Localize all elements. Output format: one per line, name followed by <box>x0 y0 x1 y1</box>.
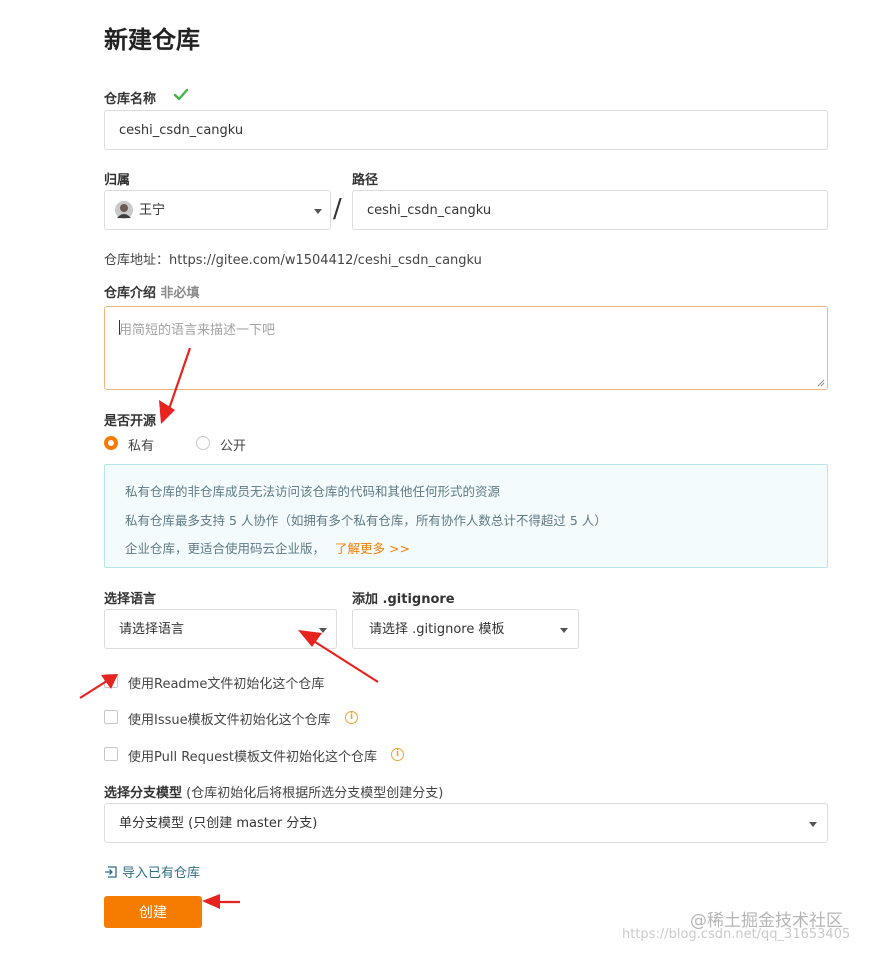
description-placeholder: 用简短的语言来描述一下吧 <box>119 323 276 338</box>
branch-model-label-text: 选择分支模型 <box>104 786 183 801</box>
description-label-text: 仓库介绍 <box>104 286 157 301</box>
learn-more-link[interactable]: 了解更多 >> <box>335 541 410 556</box>
repo-name-label: 仓库名称 <box>104 92 157 107</box>
owner-value: 王宁 <box>139 202 166 218</box>
language-label: 选择语言 <box>104 592 157 607</box>
gitignore-label: 添加 .gitignore <box>352 592 455 607</box>
repo-url-label: 仓库地址： <box>104 253 170 268</box>
language-select[interactable]: 请选择语言 <box>104 609 337 649</box>
path-separator: / <box>333 194 342 224</box>
description-textarea[interactable]: 用简短的语言来描述一下吧 <box>104 306 828 390</box>
branch-model-hint: (仓库初始化后将根据所选分支模型创建分支) <box>186 786 444 801</box>
private-notice: 私有仓库的非仓库成员无法访问该仓库的代码和其他任何形式的资源 私有仓库最多支持 … <box>104 464 828 568</box>
radio-public-label: 公开 <box>220 439 247 454</box>
radio-private[interactable] <box>104 436 118 450</box>
chevron-down-icon <box>809 822 817 827</box>
issue-template-checkbox[interactable] <box>104 710 118 724</box>
readme-checkbox-label: 使用Readme文件初始化这个仓库 <box>128 677 325 692</box>
import-repo-link[interactable]: 导入已有仓库 <box>104 862 200 881</box>
avatar <box>115 201 133 219</box>
repo-name-input[interactable]: ceshi_csdn_cangku <box>104 110 828 150</box>
owner-select[interactable]: 王宁 <box>104 190 331 230</box>
chevron-down-icon <box>314 209 322 214</box>
page-title: 新建仓库 <box>104 26 200 54</box>
arrow-head <box>202 894 220 909</box>
radio-private-label: 私有 <box>128 439 155 454</box>
notice-line-1: 私有仓库的非仓库成员无法访问该仓库的代码和其他任何形式的资源 <box>125 484 501 499</box>
chevron-down-icon <box>560 628 568 633</box>
info-icon[interactable]: i <box>391 748 404 761</box>
description-label: 仓库介绍 非必填 <box>104 282 200 301</box>
notice-line-2: 私有仓库最多支持 5 人协作（如拥有多个私有仓库，所有协作人数总计不得超过 5 … <box>125 513 607 528</box>
pr-template-checkbox[interactable] <box>104 747 118 761</box>
optional-tag: 非必填 <box>160 286 200 301</box>
resize-handle-icon[interactable] <box>817 379 825 387</box>
info-icon[interactable]: i <box>345 711 358 724</box>
repo-url-value: https://gitee.com/w1504412/ceshi_csdn_ca… <box>169 253 482 268</box>
visibility-label: 是否开源 <box>104 414 157 429</box>
path-input[interactable]: ceshi_csdn_cangku <box>352 190 828 230</box>
repo-url: 仓库地址：https://gitee.com/w1504412/ceshi_cs… <box>104 249 482 268</box>
arrow-head <box>159 400 175 424</box>
issue-template-checkbox-label: 使用Issue模板文件初始化这个仓库 <box>128 713 331 728</box>
import-repo-label: 导入已有仓库 <box>122 866 201 881</box>
create-button[interactable]: 创建 <box>104 896 202 928</box>
path-label: 路径 <box>352 173 379 188</box>
pr-template-checkbox-label: 使用Pull Request模板文件初始化这个仓库 <box>128 750 378 765</box>
readme-checkbox[interactable] <box>104 674 118 688</box>
path-value: ceshi_csdn_cangku <box>367 202 492 218</box>
branch-model-select[interactable]: 单分支模型 (只创建 master 分支) <box>104 803 828 843</box>
gitignore-select[interactable]: 请选择 .gitignore 模板 <box>352 609 579 649</box>
watermark-url: https://blog.csdn.net/qq_31653405 <box>622 927 851 942</box>
radio-public[interactable] <box>196 436 210 450</box>
check-icon <box>173 88 189 101</box>
repo-name-value: ceshi_csdn_cangku <box>119 122 244 138</box>
import-icon <box>105 865 117 878</box>
branch-model-label: 选择分支模型 (仓库初始化后将根据所选分支模型创建分支) <box>104 782 443 801</box>
language-value: 请选择语言 <box>119 621 185 637</box>
gitignore-value: 请选择 .gitignore 模板 <box>369 621 505 637</box>
owner-label: 归属 <box>104 173 131 188</box>
branch-model-value: 单分支模型 (只创建 master 分支) <box>119 815 318 831</box>
notice-line-3-text: 企业仓库，更适合使用码云企业版， <box>125 541 326 556</box>
notice-line-3: 企业仓库，更适合使用码云企业版， 了解更多 >> <box>125 538 410 557</box>
chevron-down-icon <box>319 628 327 633</box>
